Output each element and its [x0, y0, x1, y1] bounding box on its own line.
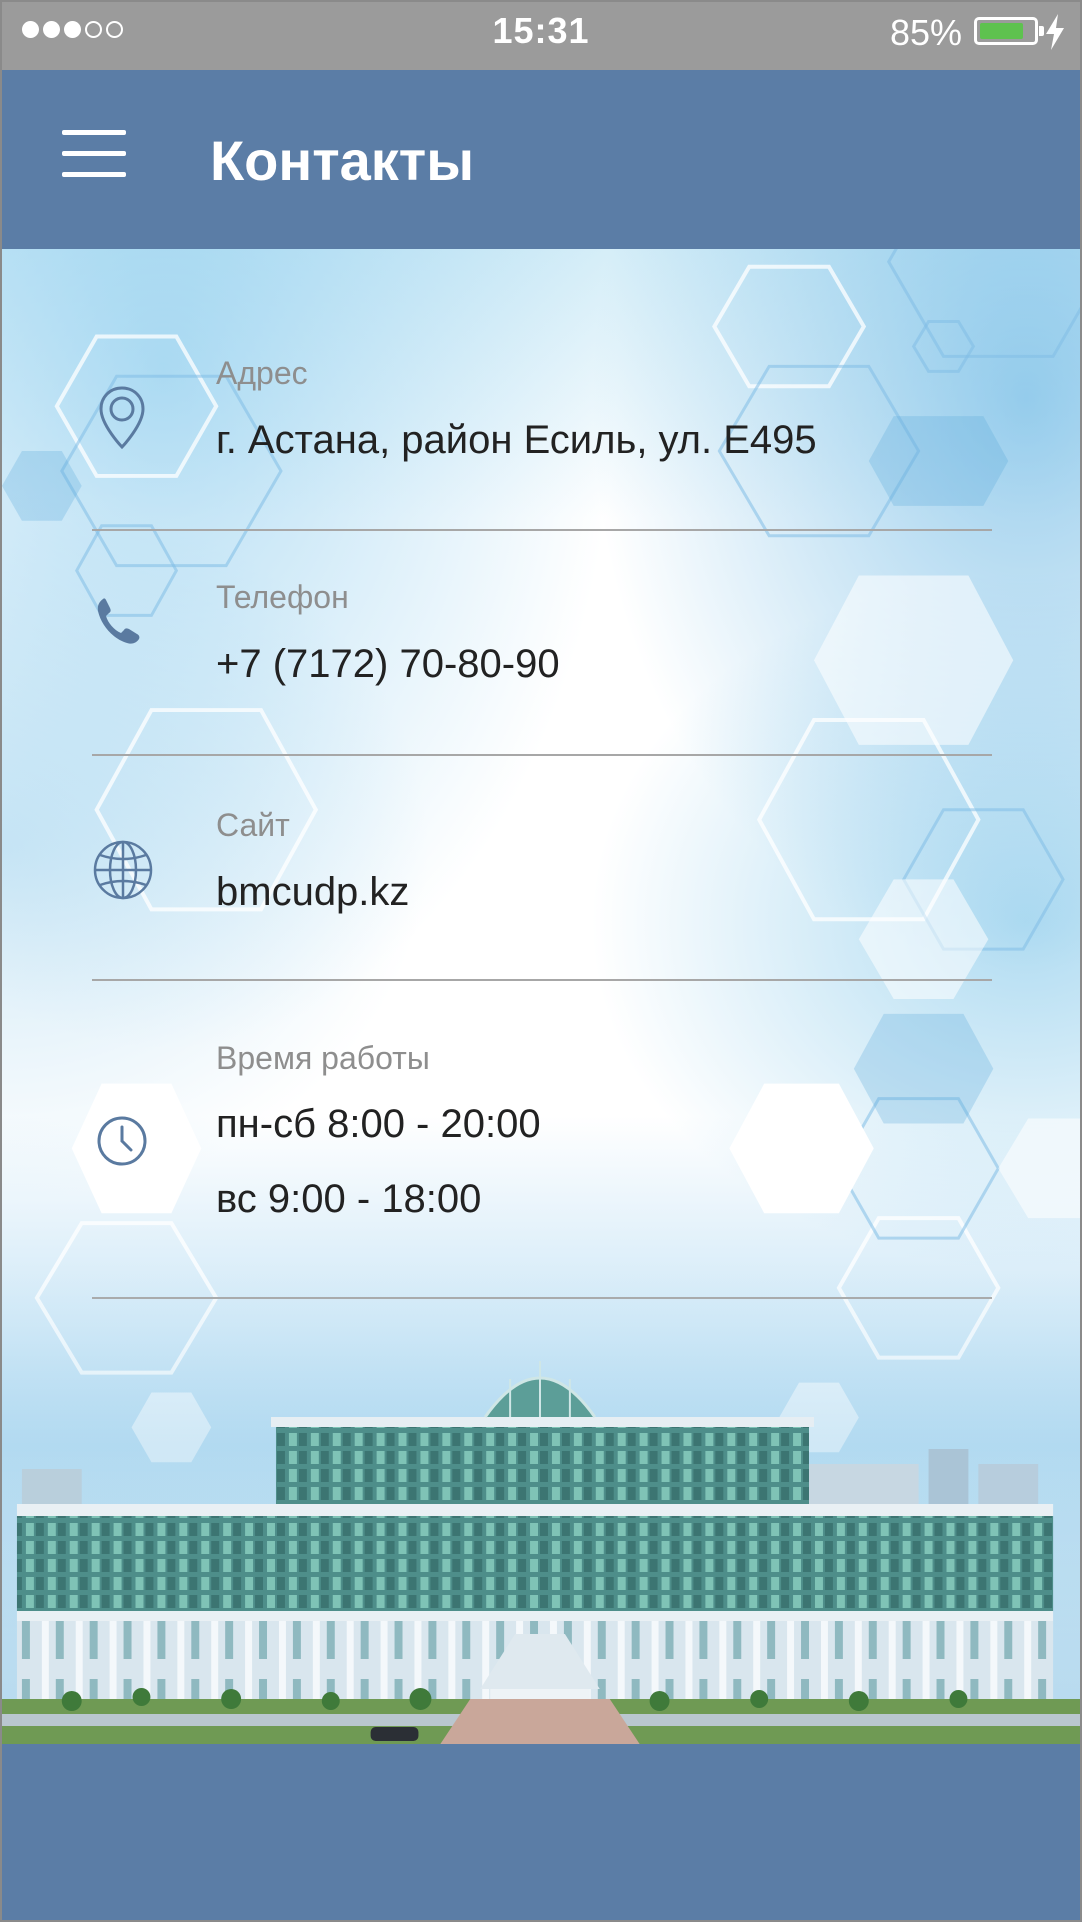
hamburger-menu-icon[interactable] [62, 130, 132, 178]
hours-sunday: вс 9:00 - 18:00 [216, 1177, 482, 1221]
battery-percent: 85% [889, 12, 962, 53]
charging-bolt-icon [1046, 14, 1064, 50]
contacts-content: Адрес г. Астана, район Есиль, ул. Е495 Т… [2, 249, 1080, 1744]
battery-icon [974, 17, 1044, 45]
campus-building-image [2, 1269, 1080, 1744]
website-label: Сайт [216, 807, 290, 843]
contact-website: Сайт bmcudp.kz [92, 754, 992, 981]
globe-icon [93, 840, 153, 900]
contact-address: Адрес г. Астана, район Есиль, ул. Е495 [92, 249, 992, 531]
clock-icon [97, 1116, 147, 1166]
website-value[interactable]: bmcudp.kz [216, 870, 409, 915]
battery-level [980, 23, 1024, 39]
address-label: Адрес [216, 355, 308, 391]
app-header: Контакты [2, 70, 1080, 249]
address-value: г. Астана, район Есиль, ул. Е495 [216, 418, 817, 462]
phone-label: Телефон [216, 579, 349, 615]
contact-hours: Время работы пн-сб 8:00 - 20:00 вс 9:00 … [92, 979, 992, 1299]
location-pin-icon [99, 386, 145, 450]
bottom-bar [2, 1744, 1080, 1920]
phone-icon [97, 598, 140, 644]
contact-phone: Телефон +7 (7172) 70-80-90 [92, 529, 992, 756]
status-bar: 15:31 85% [2, 2, 1080, 70]
page-title: Контакты [210, 129, 475, 192]
hours-weekdays: пн-сб 8:00 - 20:00 [216, 1102, 541, 1146]
hours-label: Время работы [216, 1040, 430, 1076]
phone-value[interactable]: +7 (7172) 70-80-90 [216, 642, 560, 687]
phone-screen: 15:31 85% Контакты Адрес г. Астана, райо… [0, 0, 1082, 1922]
